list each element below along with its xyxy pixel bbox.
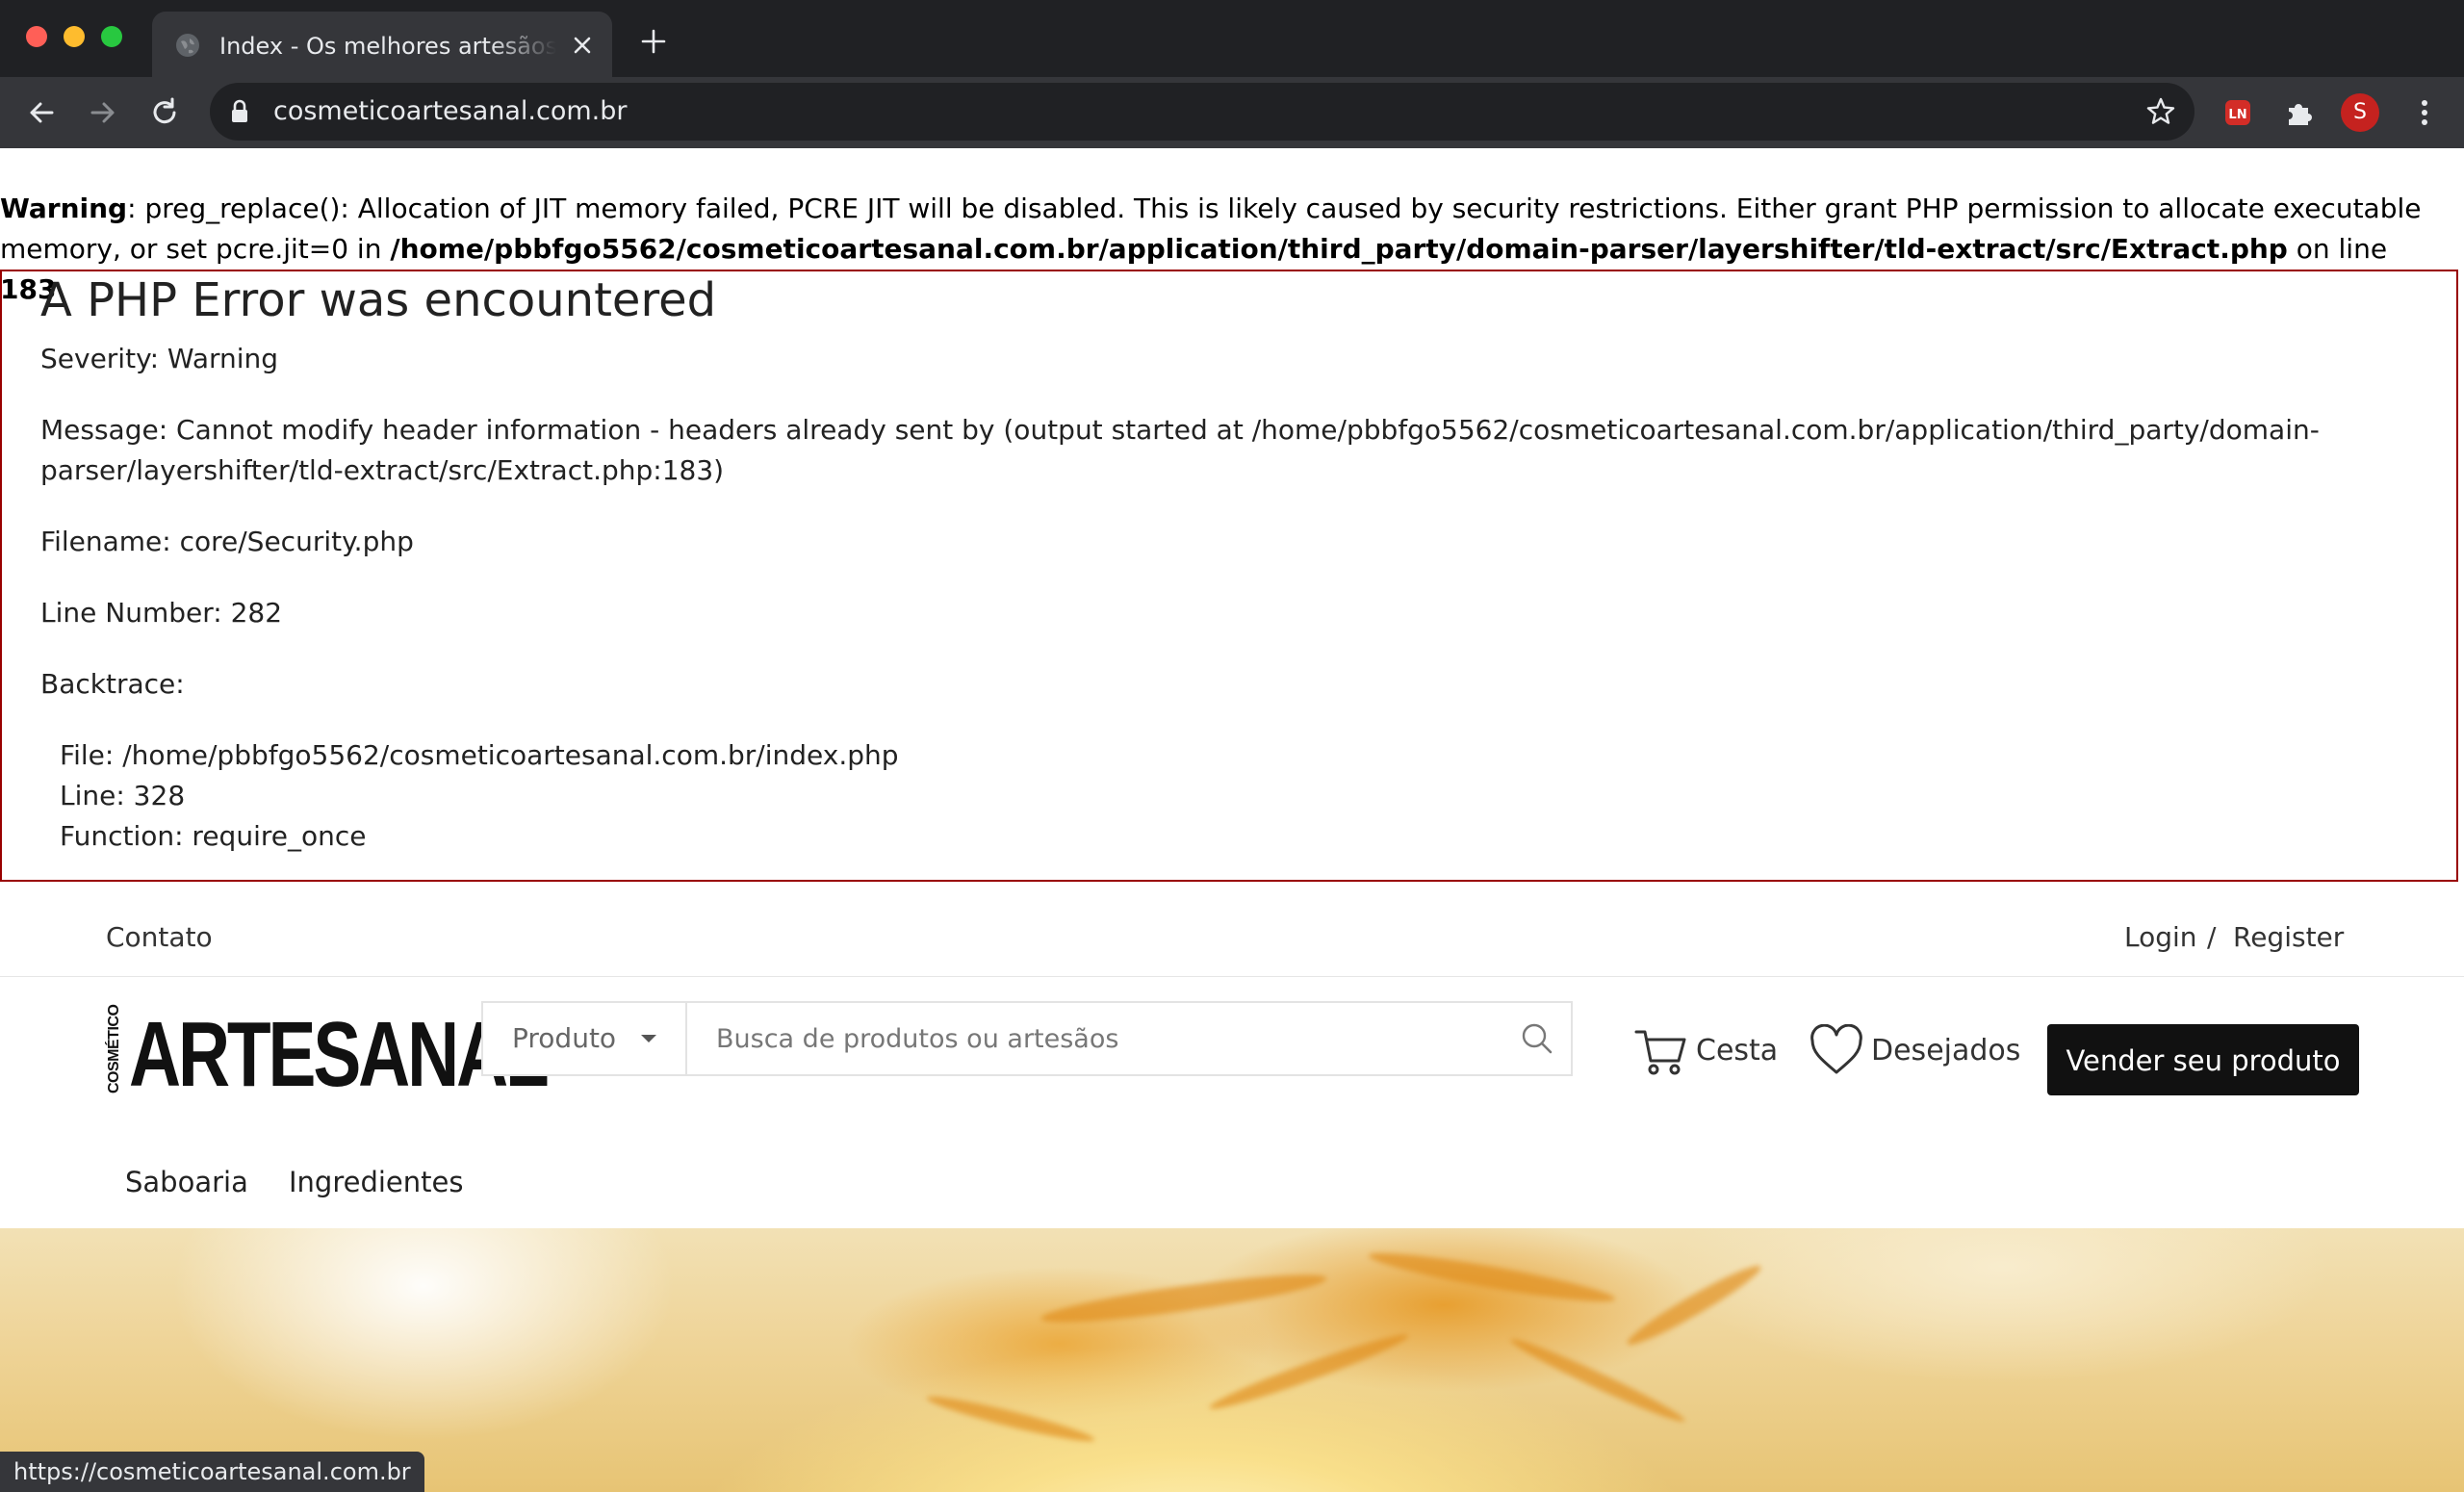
search-category-select[interactable]: Produto (483, 1003, 687, 1074)
cart-icon (1634, 1030, 1686, 1075)
category-nav: Saboaria Ingredientes (0, 1120, 2464, 1228)
contact-link[interactable]: Contato (106, 918, 213, 957)
back-arrow-icon[interactable] (23, 94, 60, 131)
svg-text:LN: LN (2228, 108, 2246, 122)
forward-arrow-icon[interactable] (85, 94, 121, 131)
wishlist-label: Desejados (1871, 1034, 2021, 1068)
maximize-window-button[interactable] (101, 26, 122, 47)
error-filename: Filename: core/Security.php (40, 526, 414, 557)
cart-link[interactable]: Cesta (1634, 1024, 1778, 1078)
warning-label: Warning (0, 193, 128, 224)
warning-on-line: on line (2287, 233, 2388, 265)
lock-icon[interactable] (229, 99, 250, 124)
nav-item-saboaria[interactable]: Saboaria (125, 1163, 248, 1201)
nav-item-ingredientes[interactable]: Ingredientes (289, 1163, 463, 1201)
error-severity: Severity: Warning (40, 343, 279, 374)
close-icon[interactable] (570, 33, 595, 58)
warning-path: /home/pbbfgo5562/cosmeticoartesanal.com.… (390, 233, 2288, 265)
browser-toolbar: cosmeticoartesanal.com.br LN S (0, 77, 2464, 148)
error-line-number: Line Number: 282 (40, 597, 283, 629)
logo-small-text: COSMÉTICO (106, 1004, 122, 1093)
register-link[interactable]: Register (2233, 918, 2344, 957)
tab-title: Index - Os melhores artesãos e produtos … (219, 33, 556, 60)
search-input[interactable] (687, 1003, 1505, 1074)
address-bar[interactable]: cosmeticoartesanal.com.br (210, 83, 2194, 141)
search-category-label: Produto (512, 1022, 617, 1054)
profile-avatar[interactable]: S (2341, 93, 2379, 132)
error-backtrace-label: Backtrace: (40, 668, 185, 700)
close-window-button[interactable] (26, 26, 47, 47)
error-message: Message: Cannot modify header informatio… (40, 414, 2320, 486)
browser-tab-bar: Index - Os melhores artesãos e produtos … (0, 0, 2464, 77)
bookmark-star-icon[interactable] (2144, 95, 2177, 128)
minimize-window-button[interactable] (64, 26, 85, 47)
page-content: Warning: preg_replace(): Allocation of J… (0, 148, 2464, 1492)
backtrace-function: Function: require_once (60, 820, 367, 852)
login-register-separator: / (2207, 921, 2217, 953)
search-bar: Produto (481, 1001, 1573, 1076)
browser-tab-active[interactable]: Index - Os melhores artesãos e produtos … (152, 12, 612, 77)
site-topbar: Contato Login / Register (0, 899, 2464, 977)
caret-down-icon (641, 1035, 656, 1042)
login-link[interactable]: Login (2124, 918, 2197, 957)
heart-icon (1810, 1024, 1862, 1074)
new-tab-plus-icon[interactable] (639, 27, 668, 56)
extensions-puzzle-icon[interactable] (2281, 94, 2318, 131)
browser-status-bar: https://cosmeticoartesanal.com.br (0, 1452, 424, 1492)
lastpass-extension-icon[interactable]: LN (2220, 94, 2256, 131)
php-error-box: A PHP Error was encountered Severity: Wa… (0, 270, 2458, 882)
wishlist-link[interactable]: Desejados (1810, 1024, 2020, 1078)
error-title: A PHP Error was encountered (40, 273, 717, 327)
backtrace-line: Line: 328 (60, 780, 186, 811)
globe-icon (176, 34, 199, 57)
cart-label: Cesta (1696, 1034, 1779, 1068)
sell-product-button[interactable]: Vender seu produto (2047, 1024, 2359, 1095)
backtrace-file: File: /home/pbbfgo5562/cosmeticoartesana… (60, 739, 899, 771)
reload-icon[interactable] (146, 94, 183, 131)
url-text: cosmeticoartesanal.com.br (273, 96, 628, 126)
site-logo[interactable]: COSMÉTICO ARTESANAL (106, 1004, 550, 1101)
more-vertical-icon[interactable] (2406, 94, 2443, 131)
search-icon[interactable] (1519, 1020, 1555, 1057)
